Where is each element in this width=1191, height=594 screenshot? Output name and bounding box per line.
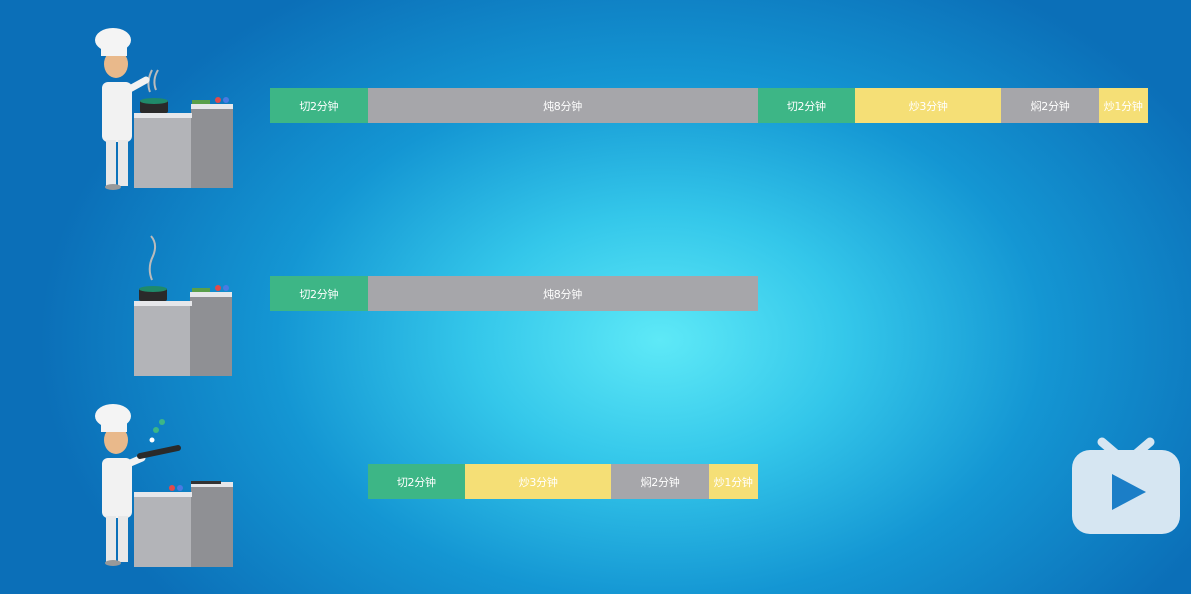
task-segment: 切2分钟 <box>270 88 368 123</box>
task-segment: 切2分钟 <box>270 276 368 311</box>
steaming-pot-illustration <box>134 235 232 376</box>
chef-cooking-illustration <box>95 28 233 190</box>
task-bar-row-1: 切2分钟 炖8分钟 切2分钟 炒3分钟 焖2分钟 炒1分钟 <box>270 88 1148 123</box>
task-segment: 切2分钟 <box>367 464 465 499</box>
chef-tossing-pan-illustration <box>95 404 233 567</box>
task-segment: 焖2分钟 <box>611 464 709 499</box>
bilibili-tv-icon <box>1072 437 1180 534</box>
timeline-row-1: 切2分钟 炖8分钟 切2分钟 炒3分钟 焖2分钟 炒1分钟 <box>0 20 1191 210</box>
task-segment: 炒1分钟 <box>1098 88 1148 123</box>
timeline-row-2: 切2分钟 炖8分钟 <box>0 208 1191 398</box>
task-segment: 炖8分钟 <box>367 276 758 311</box>
task-bar-row-3: 切2分钟 炒3分钟 焖2分钟 炒1分钟 <box>270 464 758 499</box>
task-segment: 炖8分钟 <box>367 88 758 123</box>
task-segment: 切2分钟 <box>757 88 855 123</box>
timeline-row-3: 切2分钟 炒3分钟 焖2分钟 炒1分钟 <box>0 396 1191 586</box>
task-segment: 炒3分钟 <box>465 464 612 499</box>
task-bar-row-2: 切2分钟 炖8分钟 <box>270 276 758 311</box>
task-segment: 焖2分钟 <box>1001 88 1099 123</box>
task-segment: 炒3分钟 <box>855 88 1002 123</box>
task-segment: 炒1分钟 <box>708 464 758 499</box>
